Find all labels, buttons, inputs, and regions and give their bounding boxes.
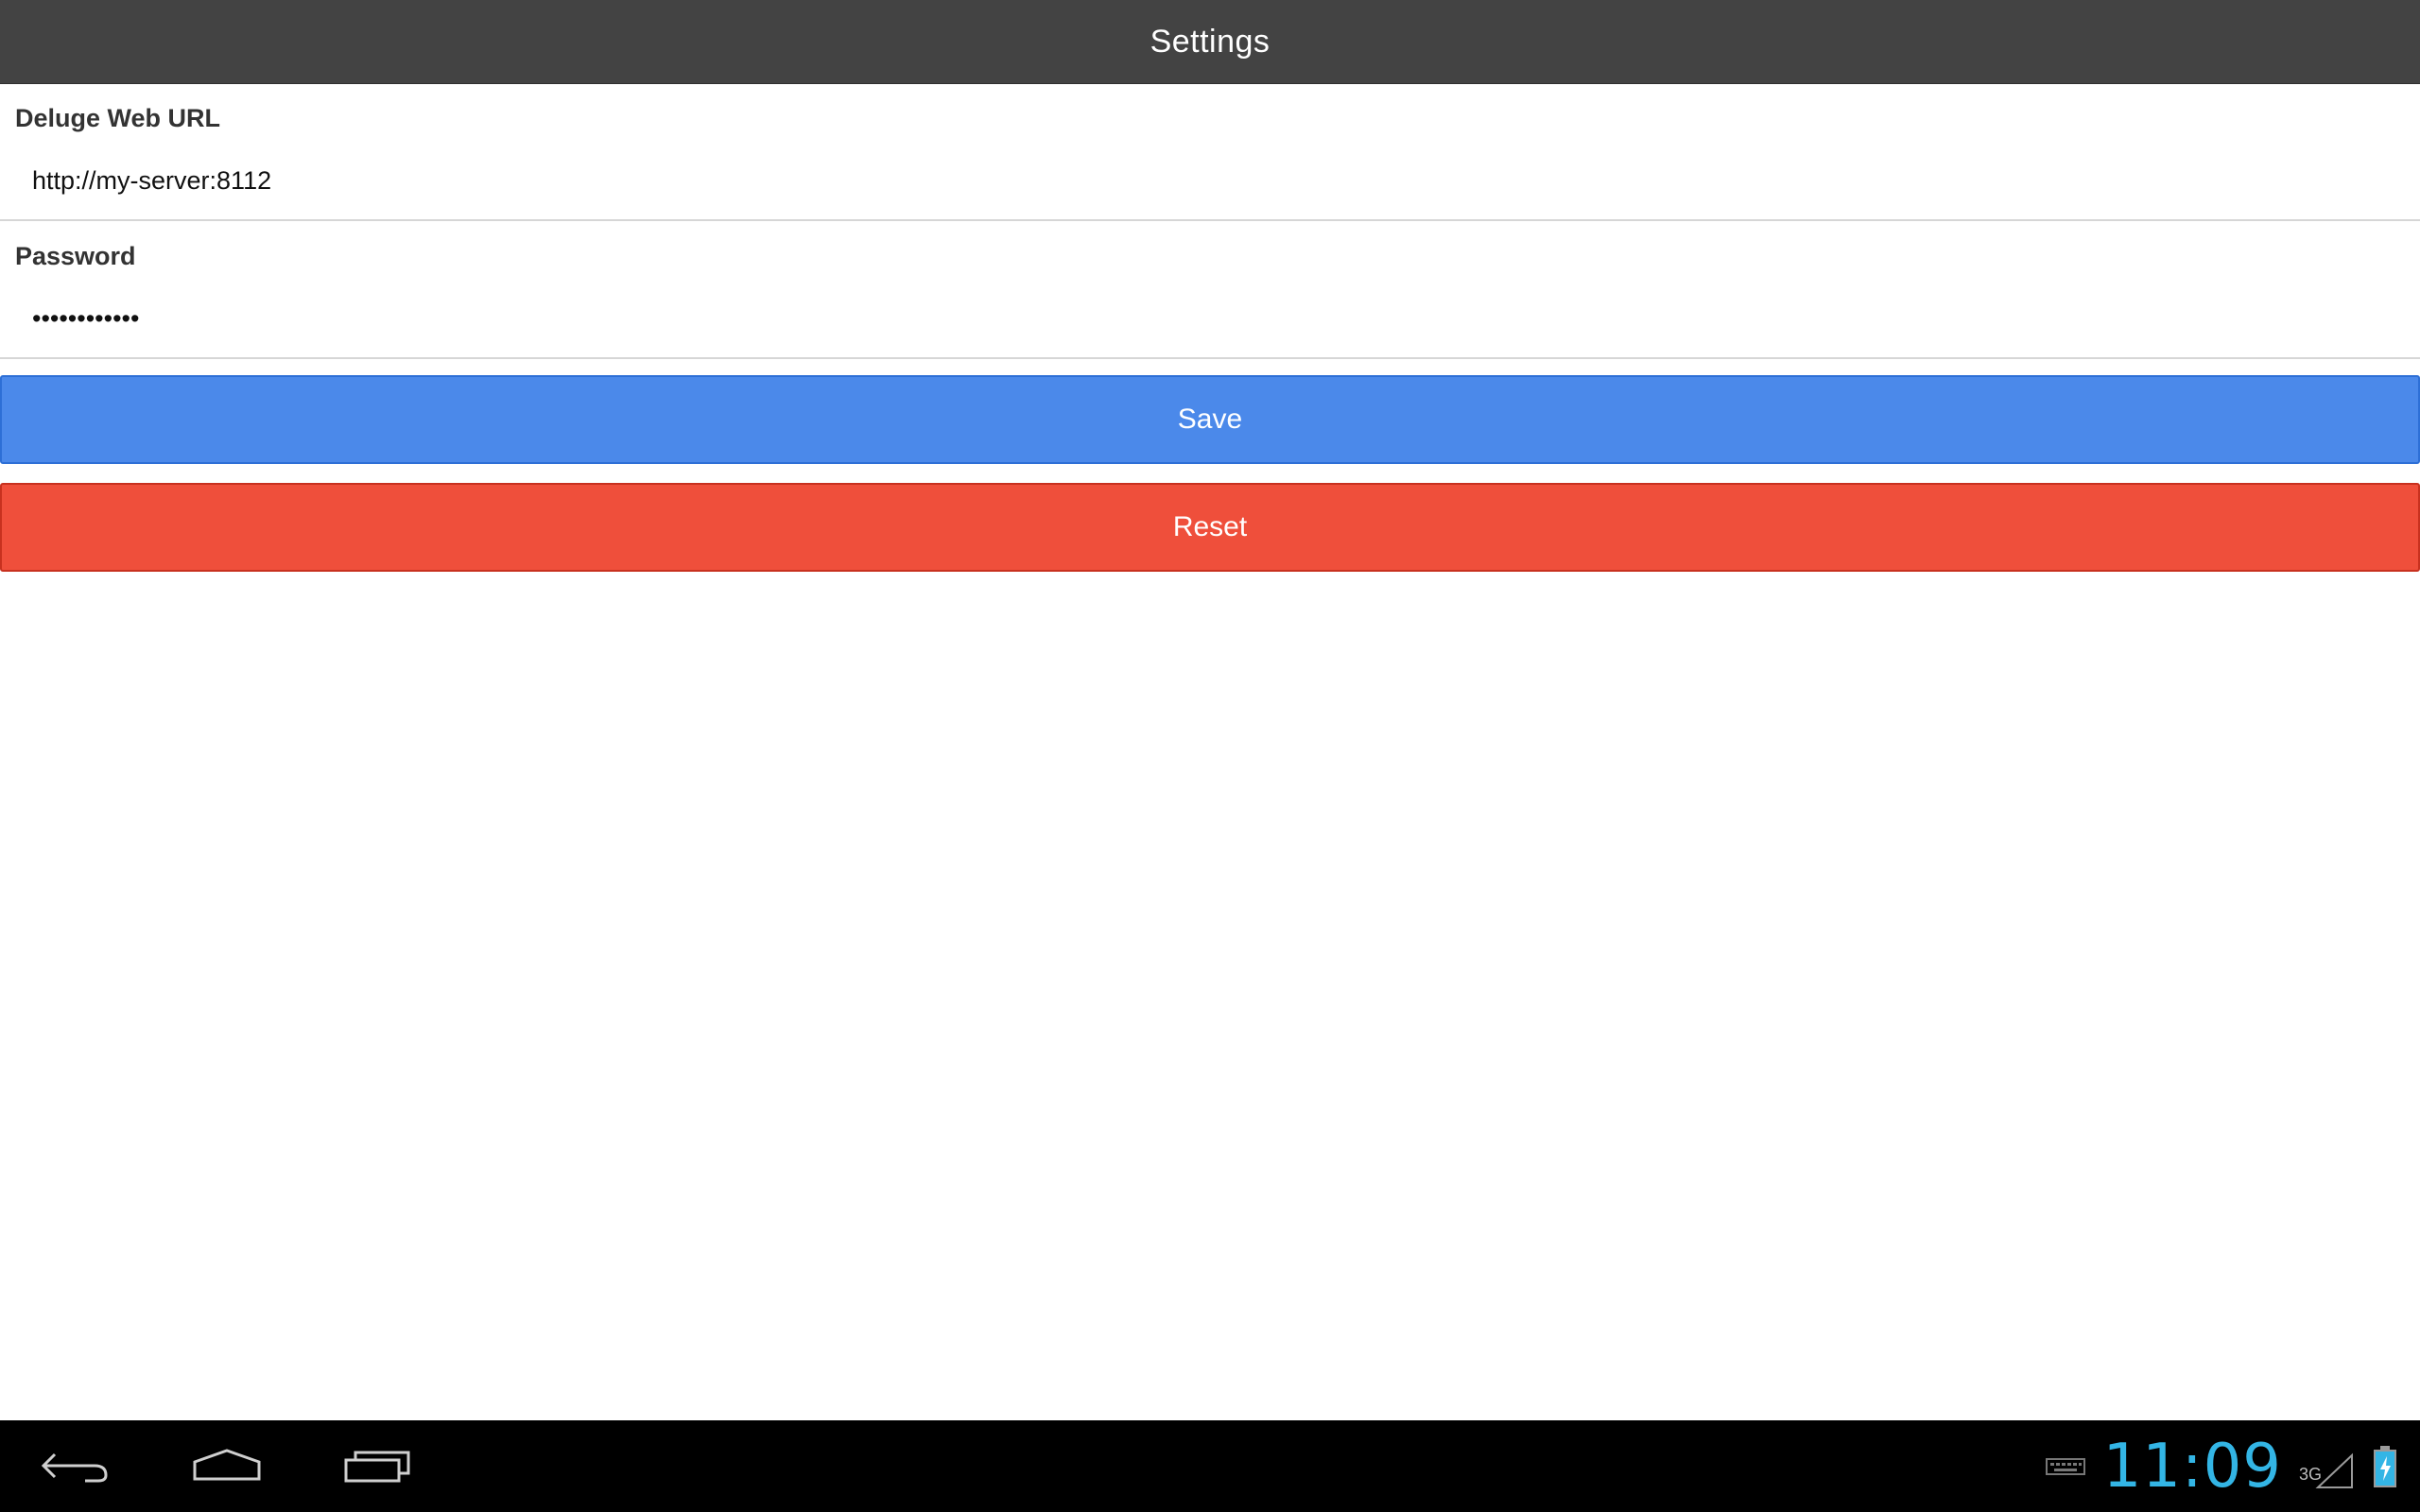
recent-apps-button[interactable]: [331, 1437, 425, 1494]
url-input[interactable]: [15, 157, 2405, 204]
keyboard-icon: [2045, 1455, 2086, 1478]
settings-screen: Settings Deluge Web URL Password Save Re…: [0, 0, 2420, 1512]
url-field-group: Deluge Web URL: [0, 83, 2420, 221]
status-area: 11:09 3G: [2045, 1420, 2397, 1512]
signal-icon: [2315, 1452, 2353, 1488]
url-label: Deluge Web URL: [15, 104, 221, 132]
back-button[interactable]: [28, 1437, 123, 1494]
page-title: Settings: [1150, 23, 1270, 60]
password-label: Password: [15, 242, 136, 270]
title-bar: Settings: [0, 0, 2420, 84]
signal-indicator: 3G: [2299, 1438, 2356, 1495]
home-button[interactable]: [180, 1437, 274, 1494]
back-icon: [41, 1452, 108, 1483]
clock: 11:09: [2102, 1431, 2282, 1502]
battery-charging-icon: [2373, 1445, 2397, 1488]
password-input[interactable]: [15, 295, 2405, 342]
reset-button[interactable]: Reset: [0, 483, 2420, 572]
home-icon: [193, 1449, 261, 1481]
save-button[interactable]: Save: [0, 375, 2420, 464]
system-navigation-bar: 11:09 3G: [0, 1420, 2420, 1512]
recent-apps-icon: [344, 1451, 410, 1483]
password-field-group: Password: [0, 221, 2420, 359]
